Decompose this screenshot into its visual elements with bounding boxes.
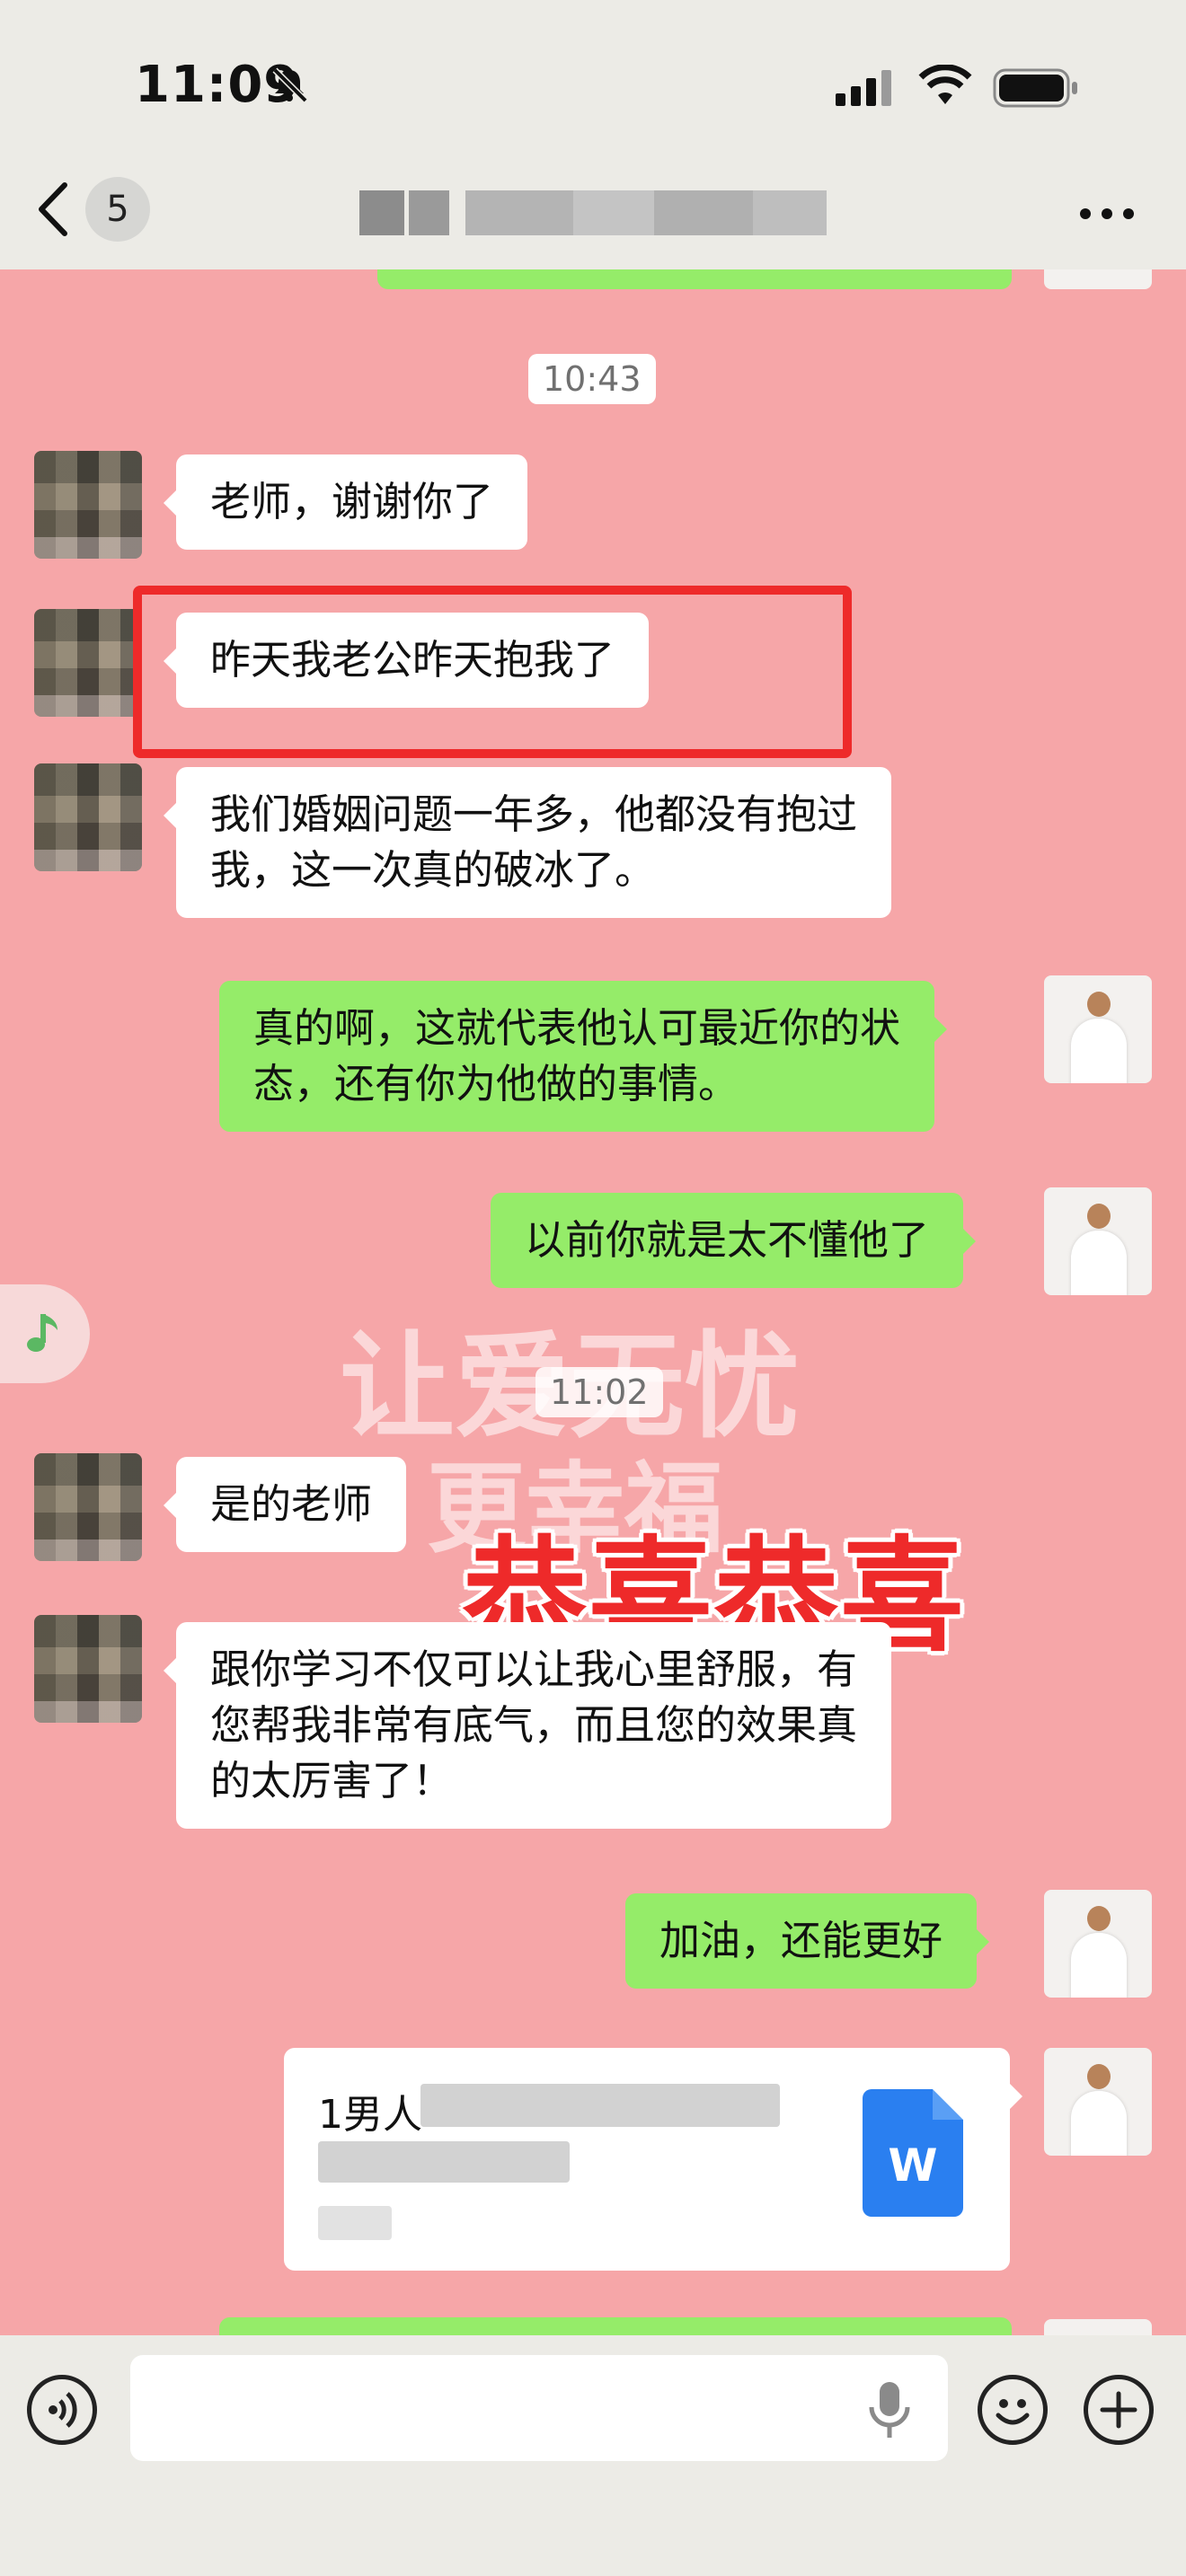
word-doc-icon: W bbox=[863, 2089, 963, 2217]
back-chevron-icon[interactable] bbox=[34, 180, 74, 239]
microphone-icon[interactable] bbox=[864, 2378, 915, 2441]
message-bubble[interactable]: 是的老师 bbox=[163, 1457, 407, 1552]
emoji-button[interactable] bbox=[978, 2375, 1048, 2445]
message-bubble-partial bbox=[219, 2317, 1012, 2335]
message-text: 跟你学习不仅可以让我心里舒服，有 bbox=[210, 1645, 858, 1693]
chat-title-blurred bbox=[359, 190, 827, 235]
file-name: 1男人 bbox=[318, 2092, 422, 2138]
chat-area[interactable]: 10:43 老师，谢谢你了 昨天我老公昨天抱我了 我们婚姻问题一年多，他都没有抱… bbox=[0, 269, 1186, 2335]
message-text: 的太厉害了！ bbox=[210, 1757, 454, 1804]
floating-music-button[interactable] bbox=[0, 1284, 90, 1383]
mute-bell-icon bbox=[272, 67, 308, 103]
message-bubble-partial bbox=[377, 269, 1012, 289]
more-options-icon[interactable] bbox=[1078, 207, 1136, 221]
message-bubble[interactable]: 我们婚姻问题一年多，他都没有抱过 我，这一次真的破冰了。 bbox=[163, 767, 892, 918]
top-bar: 11:09 5 bbox=[0, 0, 1186, 269]
smiley-face-icon bbox=[996, 2399, 1030, 2425]
avatar[interactable] bbox=[1044, 1187, 1152, 1295]
highlight-box bbox=[133, 586, 852, 758]
message-bubble[interactable]: 真的啊，这就代表他认可最近你的状 态，还有你为他做的事情。 bbox=[219, 981, 948, 1132]
wifi-icon bbox=[918, 65, 972, 104]
input-bar bbox=[0, 2335, 1186, 2576]
battery-icon bbox=[993, 68, 1077, 108]
message-text: 态，还有你为他做的事情。 bbox=[253, 1060, 739, 1107]
timestamp: 11:02 bbox=[535, 1367, 663, 1417]
avatar[interactable] bbox=[34, 1453, 142, 1561]
message-text: 我，这一次真的破冰了。 bbox=[210, 846, 656, 894]
avatar[interactable] bbox=[1044, 975, 1152, 1083]
file-name-blurred bbox=[318, 2141, 570, 2183]
timestamp: 10:43 bbox=[528, 354, 656, 404]
file-name-blurred bbox=[420, 2084, 780, 2127]
message-text: 我们婚姻问题一年多，他都没有抱过 bbox=[210, 790, 858, 838]
voice-wave-icon bbox=[49, 2392, 77, 2428]
avatar[interactable] bbox=[34, 609, 142, 717]
file-size-blurred bbox=[318, 2206, 392, 2240]
message-text: 老师，谢谢你了 bbox=[210, 478, 494, 525]
message-text: 是的老师 bbox=[210, 1480, 373, 1528]
avatar bbox=[1044, 2319, 1152, 2335]
unread-count-badge[interactable]: 5 bbox=[85, 177, 150, 242]
voice-toggle-button[interactable] bbox=[27, 2375, 97, 2445]
message-text: 您帮我非常有底气，而且您的效果真 bbox=[210, 1701, 858, 1749]
avatar[interactable] bbox=[34, 451, 142, 559]
message-bubble[interactable]: 以前你就是太不懂他了 bbox=[491, 1193, 977, 1288]
music-note-icon bbox=[27, 1314, 58, 1352]
cellular-signal-icon bbox=[836, 70, 891, 106]
message-text: 真的啊，这就代表他认可最近你的状 bbox=[253, 1004, 901, 1052]
message-bubble[interactable]: 跟你学习不仅可以让我心里舒服，有 您帮我非常有底气，而且您的效果真 的太厉害了！ bbox=[163, 1622, 892, 1829]
message-text: 加油，还能更好 bbox=[659, 1917, 943, 1964]
more-actions-button[interactable] bbox=[1084, 2375, 1154, 2445]
message-text: 以前你就是太不懂他了 bbox=[525, 1216, 930, 1264]
avatar[interactable] bbox=[34, 763, 142, 871]
message-bubble[interactable]: 老师，谢谢你了 bbox=[163, 454, 528, 550]
message-bubble[interactable]: 加油，还能更好 bbox=[625, 1893, 990, 1989]
avatar bbox=[1044, 269, 1152, 289]
avatar[interactable] bbox=[1044, 1890, 1152, 1998]
file-message-card[interactable]: 1男人 W bbox=[284, 2048, 1022, 2271]
message-input[interactable] bbox=[130, 2355, 948, 2461]
avatar[interactable] bbox=[1044, 2048, 1152, 2156]
plus-icon bbox=[1100, 2391, 1137, 2429]
avatar[interactable] bbox=[34, 1615, 142, 1723]
